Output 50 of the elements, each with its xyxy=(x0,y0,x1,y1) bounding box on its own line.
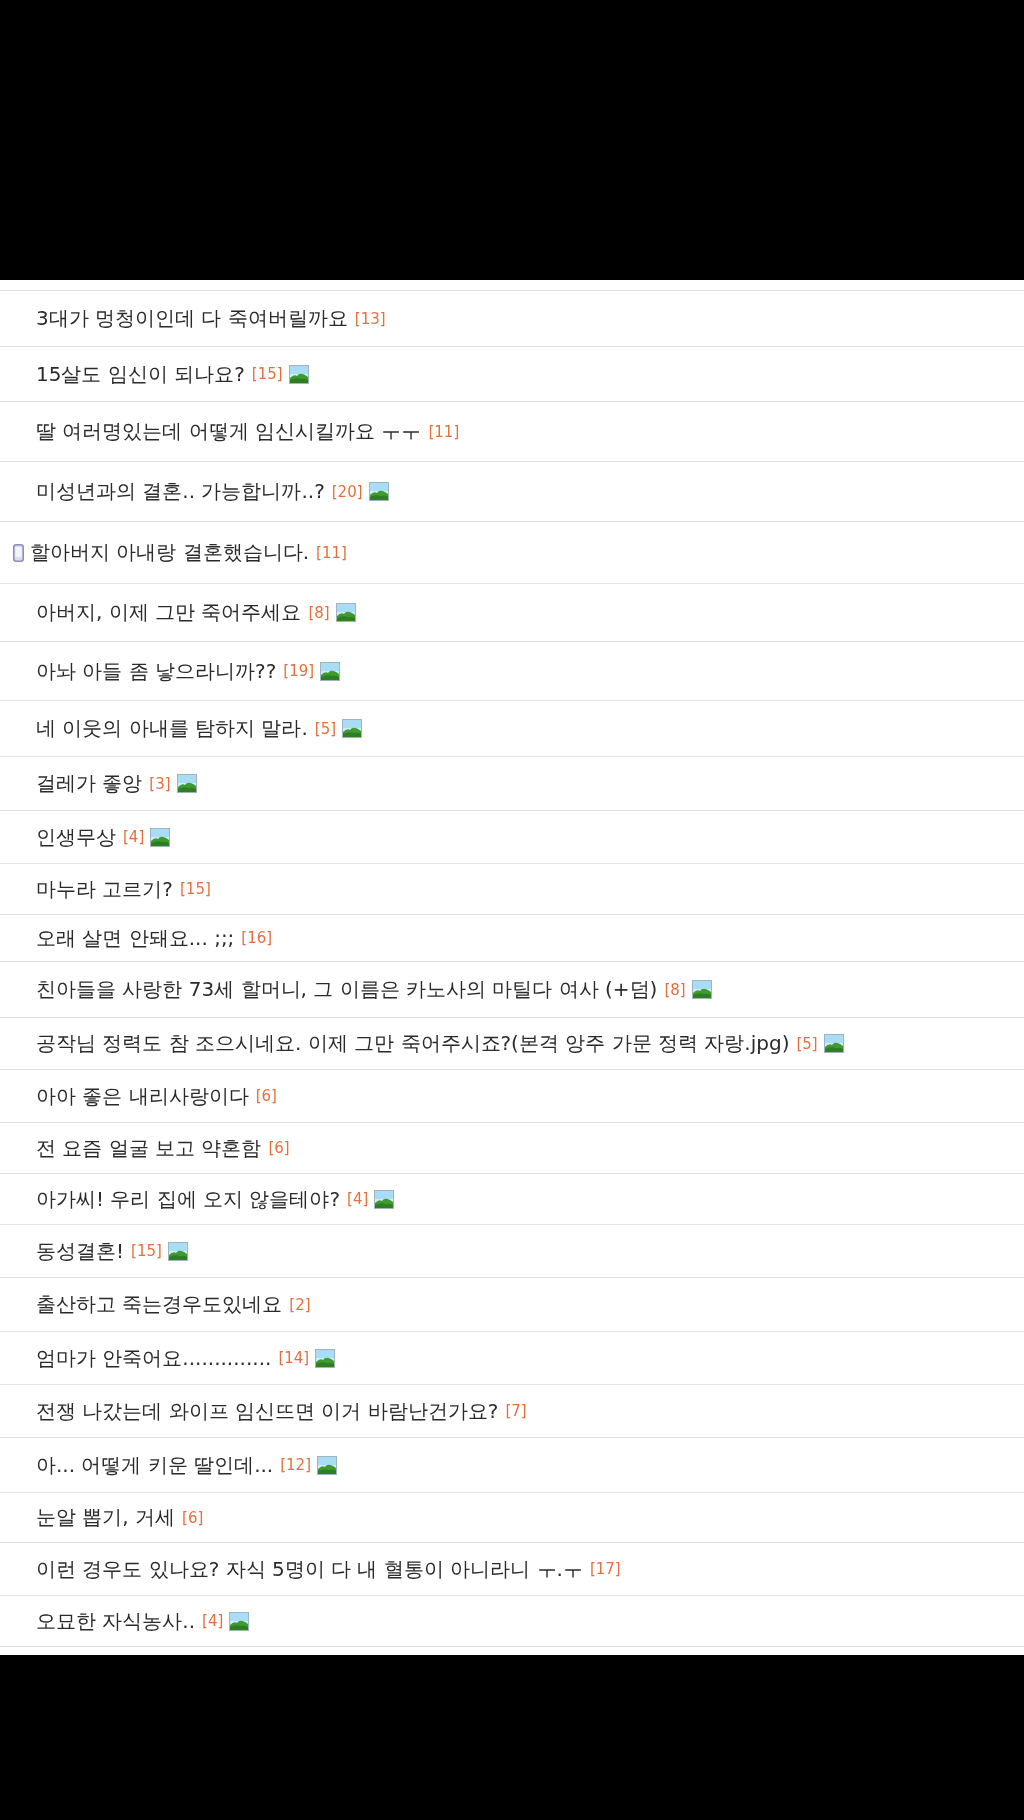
post-title[interactable]: 아버지, 이제 그만 죽어주세요 xyxy=(36,599,302,626)
comment-count: [6] xyxy=(182,1508,204,1527)
comment-count: [14] xyxy=(278,1349,310,1367)
post-title[interactable]: 엄마가 안죽어요.............. xyxy=(36,1344,272,1372)
post-title[interactable]: 전쟁 나갔는데 와이프 임신뜨면 이거 바람난건가요? xyxy=(36,1397,499,1425)
post-title[interactable]: 딸 여러명있는데 어떻게 임신시킬까요 ㅜㅜ xyxy=(36,418,422,445)
comment-count: [12] xyxy=(280,1456,311,1474)
comment-count: [5] xyxy=(796,1034,818,1053)
post-title[interactable]: 네 이웃의 아내를 탐하지 말라. xyxy=(36,715,308,742)
comment-count: [8] xyxy=(664,980,686,999)
post-title[interactable]: 아아 좋은 내리사랑이다 xyxy=(36,1082,249,1110)
comment-count: [4] xyxy=(123,828,145,846)
post-title[interactable]: 걸레가 좋앙 xyxy=(36,770,143,797)
comment-count: [4] xyxy=(347,1190,369,1208)
post-title[interactable]: 할아버지 아내랑 결혼했습니다. xyxy=(30,539,310,566)
comment-count: [4] xyxy=(202,1612,224,1630)
comment-count: [17] xyxy=(589,1560,621,1578)
comment-count: [19] xyxy=(283,662,315,680)
comment-count: [16] xyxy=(241,929,273,947)
post-title[interactable]: 아놔 아들 좀 낳으라니까?? xyxy=(36,657,277,685)
post-title[interactable]: 친아들을 사랑한 73세 할머니, 그 이름은 카노사의 마틸다 여사 (+덤) xyxy=(36,976,658,1003)
comment-count: [6] xyxy=(255,1087,277,1105)
post-title[interactable]: 미성년과의 결혼.. 가능합니까..? xyxy=(36,478,325,505)
post-title[interactable]: 오묘한 자식농사.. xyxy=(36,1607,196,1635)
post-title[interactable]: 오래 살면 안돼요... ;;; xyxy=(36,924,235,952)
post-title[interactable]: 아가씨! 우리 집에 오지 않을테야? xyxy=(36,1185,341,1213)
post-title[interactable]: 이런 경우도 있나요? 자식 5명이 다 내 혈통이 아니라니 ㅜ.ㅜ xyxy=(36,1555,583,1583)
comment-count: [3] xyxy=(149,774,171,793)
comment-count: [15] xyxy=(251,365,283,383)
post-title[interactable]: 전 요즘 얼굴 보고 약혼함 xyxy=(36,1134,262,1162)
comment-count: [5] xyxy=(314,719,337,738)
comment-count: [8] xyxy=(308,603,330,622)
comment-count: [2] xyxy=(289,1295,311,1314)
post-title[interactable]: 15살도 임신이 되나요? xyxy=(36,360,245,388)
post-title[interactable]: 공작님 정력도 참 조으시네요. 이제 그만 죽어주시죠?(본격 앙주 가문 정력 자랑.jpg) xyxy=(36,1030,790,1057)
comment-count: [11] xyxy=(316,543,347,562)
comment-count: [6] xyxy=(268,1139,290,1157)
post-title[interactable]: 마누라 고르기? xyxy=(36,875,173,903)
post-title[interactable]: 동성결혼! xyxy=(36,1237,125,1265)
comment-count: [11] xyxy=(428,422,460,441)
post-title[interactable]: 아... 어떻게 키운 딸인데... xyxy=(36,1451,274,1479)
post-title[interactable]: 3대가 멍청이인데 다 죽여버릴까요 xyxy=(36,305,348,332)
post-title[interactable]: 출산하고 죽는경우도있네요 xyxy=(36,1291,283,1318)
post-title[interactable]: 눈알 뽑기, 거세 xyxy=(36,1504,176,1531)
comment-count: [20] xyxy=(331,482,363,501)
comment-count: [15] xyxy=(131,1242,162,1260)
comment-count: [13] xyxy=(354,309,386,328)
comment-count: [15] xyxy=(180,880,211,898)
post-title[interactable]: 인생무상 xyxy=(36,823,116,851)
comment-count: [7] xyxy=(505,1402,527,1420)
